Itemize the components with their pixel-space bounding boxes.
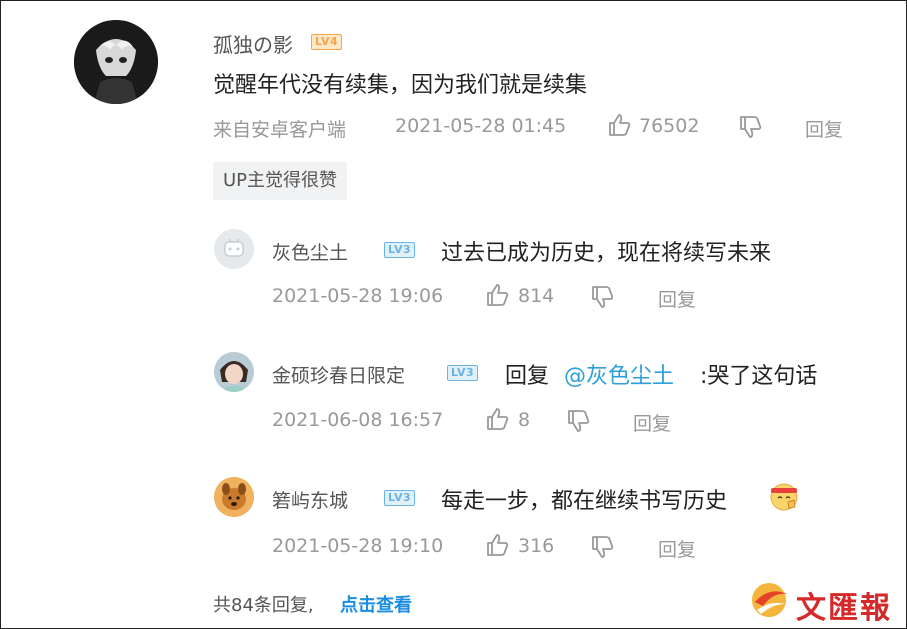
reply-time: 2021-05-28 19:06 [272,285,444,307]
avatar[interactable] [74,20,158,104]
reply-text: 每走一步，都在继续书写历史 [441,489,728,514]
like-icon[interactable] [484,282,510,312]
avatar[interactable] [214,229,254,269]
level-badge: LV3 [384,242,416,258]
reply-time: 2021-06-08 16:57 [272,409,444,431]
dislike-icon[interactable] [589,284,615,314]
total-replies-text: 共84条回复, [213,595,314,616]
default-avatar-icon [214,229,254,269]
reply-button[interactable]: 回复 [805,115,843,142]
like-icon[interactable] [484,406,510,436]
username[interactable]: 箬屿东城 [272,486,348,513]
newspaper-logo-icon [747,580,793,624]
reply-button[interactable]: 回复 [633,409,671,436]
username[interactable]: 孤独の影 [213,29,293,58]
level-badge: LV3 [384,490,416,506]
level-badge: LV4 [311,34,343,50]
comment-text: 觉醒年代没有续集，因为我们就是续集 [213,73,588,98]
dislike-icon[interactable] [565,408,591,438]
mention-link[interactable]: @灰色尘土 [564,358,674,390]
view-all-replies-link[interactable]: 点击查看 [340,591,412,617]
reply-time: 2021-05-28 19:10 [272,535,444,557]
reply-button[interactable]: 回复 [658,285,696,312]
fighting-emoji-icon [768,480,800,516]
reply-text: :哭了这句话 [700,364,818,389]
reply-button[interactable]: 回复 [658,535,696,562]
avatar-image-icon [214,477,254,517]
up-liked-tag: UP主觉得很赞 [213,162,348,200]
dislike-icon[interactable] [737,114,763,144]
like-icon[interactable] [484,532,510,562]
comment-source: 来自安卓客户端 [213,119,347,141]
avatar-image-icon [214,352,254,392]
username[interactable]: 金硕珍春日限定 [272,361,405,388]
like-count: 814 [518,285,555,307]
like-icon[interactable] [606,112,632,142]
like-count: 76502 [639,115,700,137]
username[interactable]: 灰色尘土 [272,238,348,265]
like-count: 8 [518,409,531,431]
reply-prefix: 回复 [505,364,550,389]
comment-time: 2021-05-28 01:45 [395,115,567,137]
like-count: 316 [518,535,555,557]
level-badge: LV3 [447,365,479,381]
reply-text: 过去已成为历史，现在将续写未来 [441,241,772,266]
avatar[interactable] [214,352,254,392]
avatar-image-icon [74,20,158,104]
dislike-icon[interactable] [589,534,615,564]
avatar[interactable] [214,477,254,517]
newspaper-watermark: 文匯報 [796,591,892,626]
